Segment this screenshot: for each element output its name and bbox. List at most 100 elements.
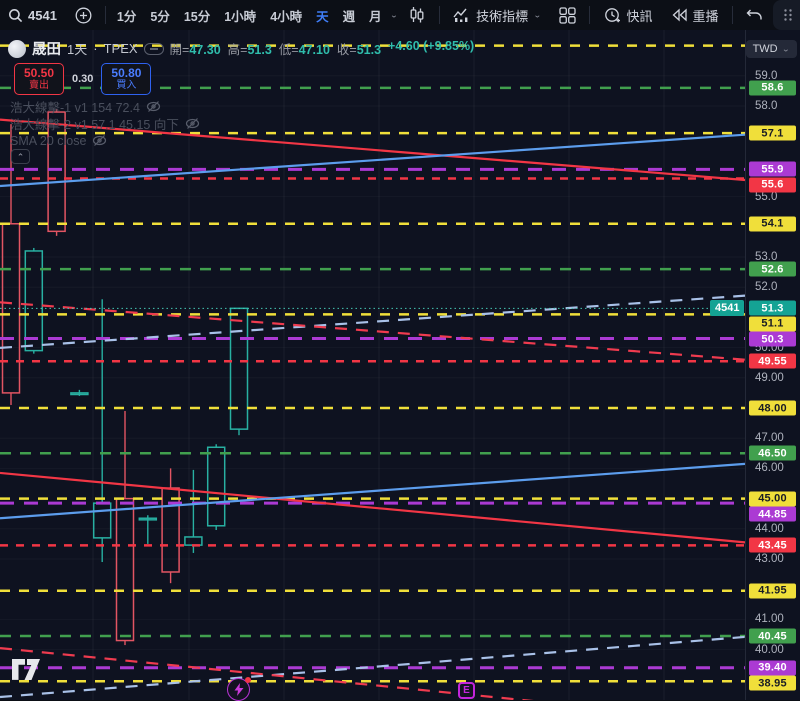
interval-1m[interactable]: 1分 xyxy=(111,2,142,28)
indicator-name: SMA 20 close xyxy=(10,133,87,148)
price-tick-44.00: 44.00 xyxy=(755,522,784,535)
current-price-symbol-badge: 4541 xyxy=(710,300,745,317)
interval-5m[interactable]: 5分 xyxy=(144,2,175,28)
high-label: 高= xyxy=(227,43,248,57)
earnings-event-marker[interactable]: E xyxy=(458,682,475,699)
price-badge-54.1: 54.1 xyxy=(749,216,796,232)
price-badge-55.6: 55.6 xyxy=(749,177,796,193)
replay-label: 重播 xyxy=(692,8,719,24)
eye-off-icon[interactable] xyxy=(146,100,161,113)
chart-legend: 晟田 1天 · TPEX 開=47.30 高=51.3 低=47.10 收=51… xyxy=(8,38,474,59)
toolbar-right-panel xyxy=(772,0,800,30)
sell-label: 賣出 xyxy=(29,80,49,92)
indicator-name: 浩大線擊-2 v1 57.1 45.15 向下 xyxy=(10,118,179,132)
symbol-search-button[interactable]: 4541 xyxy=(0,2,65,28)
alert-label: 快訊 xyxy=(626,8,653,24)
indicator-row-3[interactable]: SMA 20 close xyxy=(10,132,200,149)
alarm-clock-plus-icon xyxy=(603,6,621,24)
price-badge-45.00: 45.00 xyxy=(749,491,796,507)
toolbar-divider xyxy=(104,6,106,24)
toolbar-divider xyxy=(731,6,733,24)
interval-chevron-down-icon[interactable]: ⌄ xyxy=(390,11,398,20)
open-label: 開= xyxy=(169,43,190,57)
interval-15m[interactable]: 15分 xyxy=(178,2,216,28)
price-badge-43.45: 43.45 xyxy=(749,537,796,553)
currency-chevron-down-icon: ⌄ xyxy=(781,44,790,54)
compare-add-button[interactable] xyxy=(67,2,100,28)
buy-button[interactable]: 50.80 買入 xyxy=(101,63,152,95)
toolbar-divider xyxy=(589,6,591,24)
price-tick-47.00: 47.00 xyxy=(755,432,784,445)
price-badge-46.50: 46.50 xyxy=(749,445,796,461)
chart-area[interactable]: 晟田 1天 · TPEX 開=47.30 高=51.3 低=47.10 收=51… xyxy=(0,30,800,701)
price-badge-39.40: 39.40 xyxy=(749,660,796,676)
price-tick-49.00: 49.00 xyxy=(755,371,784,384)
price-badge-48.00: 48.00 xyxy=(749,400,796,416)
sell-price: 50.50 xyxy=(23,65,55,80)
symbol-name[interactable]: 晟田 xyxy=(32,38,61,59)
indicator-list: 浩大線擊-1 v1 154 72.4 浩大線擊-2 v1 57.1 45.15 … xyxy=(10,98,200,149)
change-value: +4.60 (+9.85%) xyxy=(388,39,475,53)
legend-minimize-icon[interactable] xyxy=(143,42,164,55)
candle-body[interactable] xyxy=(24,250,44,352)
eye-off-icon[interactable] xyxy=(185,117,200,130)
spread-value: 0.30 xyxy=(72,73,94,85)
price-badge-57.1: 57.1 xyxy=(749,125,796,141)
price-badge-40.45: 40.45 xyxy=(749,628,796,644)
price-tick-58.0: 58.0 xyxy=(755,100,778,112)
sell-button[interactable]: 50.50 賣出 xyxy=(14,63,64,95)
layout-grid-button[interactable] xyxy=(551,2,584,28)
mid-resistance-line[interactable] xyxy=(0,471,745,544)
mid-channel-falling[interactable] xyxy=(0,301,745,361)
lightning-event-marker[interactable] xyxy=(227,677,251,701)
plus-circle-icon xyxy=(75,7,92,24)
ohlc-values: 開=47.30 高=51.3 低=47.10 收=51.3 +4.60 (+9.… xyxy=(170,39,475,58)
indicators-icon xyxy=(453,7,471,23)
eye-off-icon[interactable] xyxy=(92,134,107,147)
high-value: 51.3 xyxy=(247,43,272,57)
price-tick-46.00: 46.00 xyxy=(755,462,784,475)
alert-button[interactable]: 快訊 xyxy=(595,2,660,28)
price-badge-49.55: 49.55 xyxy=(749,353,796,369)
tradingview-logo[interactable] xyxy=(12,659,42,681)
interval-1h[interactable]: 1小時 xyxy=(218,2,262,28)
drag-handle-dots-icon[interactable] xyxy=(779,2,797,28)
top-toolbar: 4541 1分 5分 15分 1小時 4小時 天 週 月 ⌄ 技術指標 ⌄ 快訊 xyxy=(0,0,800,30)
price-badge-51.1: 51.1 xyxy=(749,316,796,332)
interval-1mo[interactable]: 月 xyxy=(363,2,388,28)
indicator-row-1[interactable]: 浩大線擊-1 v1 154 72.4 xyxy=(10,98,200,115)
collapse-legend-button[interactable]: ⌃ xyxy=(11,149,30,164)
candle-body[interactable] xyxy=(206,446,226,527)
candlestick-style-icon xyxy=(408,6,426,24)
legend-separator: · xyxy=(93,41,98,56)
toolbar-divider xyxy=(439,6,441,24)
indicator-row-2[interactable]: 浩大線擊-2 v1 57.1 45.15 向下 xyxy=(10,115,200,132)
notification-dot xyxy=(245,677,251,683)
indicators-button[interactable]: 技術指標 ⌄ xyxy=(445,2,549,28)
price-tick-43.00: 43.00 xyxy=(755,553,784,565)
price-badge-55.9: 55.9 xyxy=(749,161,796,177)
candle-body[interactable] xyxy=(184,536,203,546)
price-badge-38.95: 38.95 xyxy=(749,675,796,691)
price-tick-40.00: 40.00 xyxy=(755,643,784,656)
layout-grid-icon xyxy=(559,6,577,24)
interval-4h[interactable]: 4小時 xyxy=(264,2,308,28)
replay-button[interactable]: 重播 xyxy=(663,2,727,28)
search-icon xyxy=(8,8,23,23)
chart-style-button[interactable] xyxy=(400,2,434,28)
low-channel-falling[interactable] xyxy=(0,646,745,700)
undo-button[interactable] xyxy=(738,2,771,28)
interval-1d[interactable]: 天 xyxy=(310,2,335,28)
price-axis[interactable]: TWD ⌄ 59.0 58.0 55.0 53.0 52.0 50.00 49.00 47.0… xyxy=(745,30,800,700)
close-label: 收= xyxy=(336,43,357,57)
currency-dropdown[interactable]: TWD ⌄ xyxy=(745,40,797,58)
mid-channel-rising[interactable] xyxy=(0,294,745,349)
legend-interval[interactable]: 1天 xyxy=(67,39,87,58)
interval-1w[interactable]: 週 xyxy=(337,2,362,28)
symbol-search-value: 4541 xyxy=(28,7,57,23)
candle-body[interactable] xyxy=(229,307,249,430)
open-value: 47.30 xyxy=(189,43,221,57)
price-badge-58.6: 58.6 xyxy=(749,80,796,96)
mid-support-line[interactable] xyxy=(0,462,745,520)
candle-body[interactable] xyxy=(92,502,112,539)
